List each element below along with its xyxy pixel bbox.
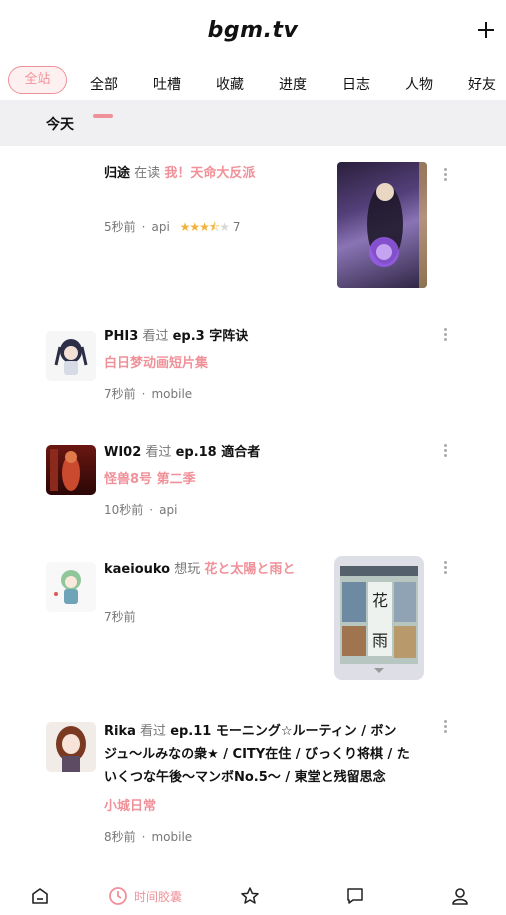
avatar[interactable] (46, 562, 96, 612)
tab-progress[interactable]: 进度 (279, 74, 307, 94)
tab-site[interactable]: 全站 (8, 66, 67, 94)
user-icon[interactable] (450, 886, 470, 906)
episode-link[interactable]: ep.18 適合者 (176, 445, 261, 460)
user-name[interactable]: Rika (104, 724, 136, 739)
action-verb: 想玩 (174, 562, 201, 577)
feed-item-text: WI02 看过 ep.18 適合者 怪兽8号 第二季 (104, 441, 434, 491)
episode-link-cont: いくつな午後～マンボNo.5～ / 東堂と残留思念 (104, 770, 386, 785)
episode-link[interactable]: ep.3 字阵诀 (173, 329, 249, 344)
avatar-art (54, 339, 88, 375)
source: mobile (151, 387, 193, 401)
subject-link[interactable]: 花と太陽と雨と (204, 562, 295, 577)
cover-art (367, 162, 427, 288)
day-bar: 今天 (0, 100, 506, 146)
message-icon[interactable] (345, 886, 365, 906)
subject-cover[interactable]: 花 雨 (334, 556, 424, 680)
bottom-nav: 时间胶囊 (0, 872, 506, 915)
action-verb: 看过 (140, 724, 167, 739)
source: api (151, 220, 170, 234)
user-name[interactable]: 归途 (104, 166, 130, 181)
tab-blogs[interactable]: 日志 (342, 74, 370, 94)
feed-item-text: kaeiouko 想玩 花と太陽と雨と (104, 558, 324, 581)
feed-item-text: Rika 看过 ep.11 モーニング☆ルーティン / ボン ジュ～ルみなの衆★… (104, 720, 424, 818)
more-options-icon[interactable] (444, 168, 448, 182)
svg-text:雨: 雨 (372, 631, 388, 650)
avatar-art (56, 726, 86, 772)
user-name[interactable]: kaeiouko (104, 562, 170, 577)
rating-score: 7 (232, 220, 241, 234)
subject-cover[interactable] (337, 162, 427, 288)
feed-item-text: 归途 在读 我！天命大反派 (104, 162, 324, 185)
rating-stars: ★★★⯪★ (179, 220, 230, 234)
type-tabs: 全站 全部 吐槽 收藏 进度 日志 人物 好友 (0, 62, 506, 100)
avatar-art (54, 570, 81, 604)
tab-all[interactable]: 全部 (90, 74, 118, 94)
tab-people[interactable]: 人物 (405, 74, 433, 94)
feed-item-text: PHI3 看过 ep.3 字阵诀 白日梦动画短片集 (104, 325, 434, 375)
episode-link-cont: ジュ～ルみなの衆★ / CITY在住 / びっくり将棋 / た (104, 747, 410, 762)
cover-art: 花 雨 (340, 566, 418, 673)
home-icon[interactable] (30, 886, 50, 906)
app-logo: bgm.tv (207, 18, 299, 43)
item-meta: 10秒前 · api (104, 503, 178, 517)
clock-icon[interactable] (108, 886, 128, 906)
avatar[interactable] (46, 331, 96, 381)
avatar-art (50, 449, 80, 491)
subject-link[interactable]: 小城日常 (104, 799, 156, 814)
more-options-icon[interactable] (444, 444, 448, 458)
app-header: bgm.tv (0, 0, 506, 62)
timestamp: 10秒前 (104, 503, 144, 517)
item-meta: 7秒前 · mobile (104, 387, 193, 401)
subject-link[interactable]: 白日梦动画短片集 (104, 356, 208, 371)
avatar[interactable] (46, 445, 96, 495)
timeline-tab-label[interactable]: 时间胶囊 (134, 888, 182, 905)
source: mobile (151, 830, 193, 844)
action-verb: 看过 (145, 445, 172, 460)
star-icon[interactable] (240, 886, 260, 906)
action-verb: 看过 (142, 329, 169, 344)
more-options-icon[interactable] (444, 561, 448, 575)
tab-collections[interactable]: 收藏 (216, 74, 244, 94)
item-meta: 5秒前 · api ★★★⯪★ 7 (104, 220, 241, 234)
tab-comments[interactable]: 吐槽 (153, 74, 181, 94)
user-name[interactable]: PHI3 (104, 329, 138, 344)
more-options-icon[interactable] (444, 720, 448, 734)
action-verb: 在读 (134, 166, 161, 181)
timestamp: 7秒前 (104, 387, 136, 401)
item-meta: 8秒前 · mobile (104, 830, 193, 844)
subject-link[interactable]: 我！天命大反派 (164, 166, 255, 181)
timestamp: 8秒前 (104, 830, 136, 844)
subject-link[interactable]: 怪兽8号 第二季 (104, 472, 196, 487)
episode-link[interactable]: ep.11 モーニング☆ルーティン / ボン (170, 724, 396, 739)
svg-text:花: 花 (372, 591, 388, 610)
timestamp: 7秒前 (104, 610, 136, 624)
tab-friends[interactable]: 好友 (468, 74, 496, 94)
user-name[interactable]: WI02 (104, 445, 141, 460)
source: api (159, 503, 178, 517)
more-options-icon[interactable] (444, 328, 448, 342)
timestamp: 5秒前 (104, 220, 136, 234)
avatar[interactable] (46, 722, 96, 772)
tab-today[interactable]: 今天 (46, 114, 74, 134)
item-meta: 7秒前 (104, 608, 136, 625)
active-indicator (93, 114, 113, 118)
plus-icon[interactable] (476, 20, 496, 40)
